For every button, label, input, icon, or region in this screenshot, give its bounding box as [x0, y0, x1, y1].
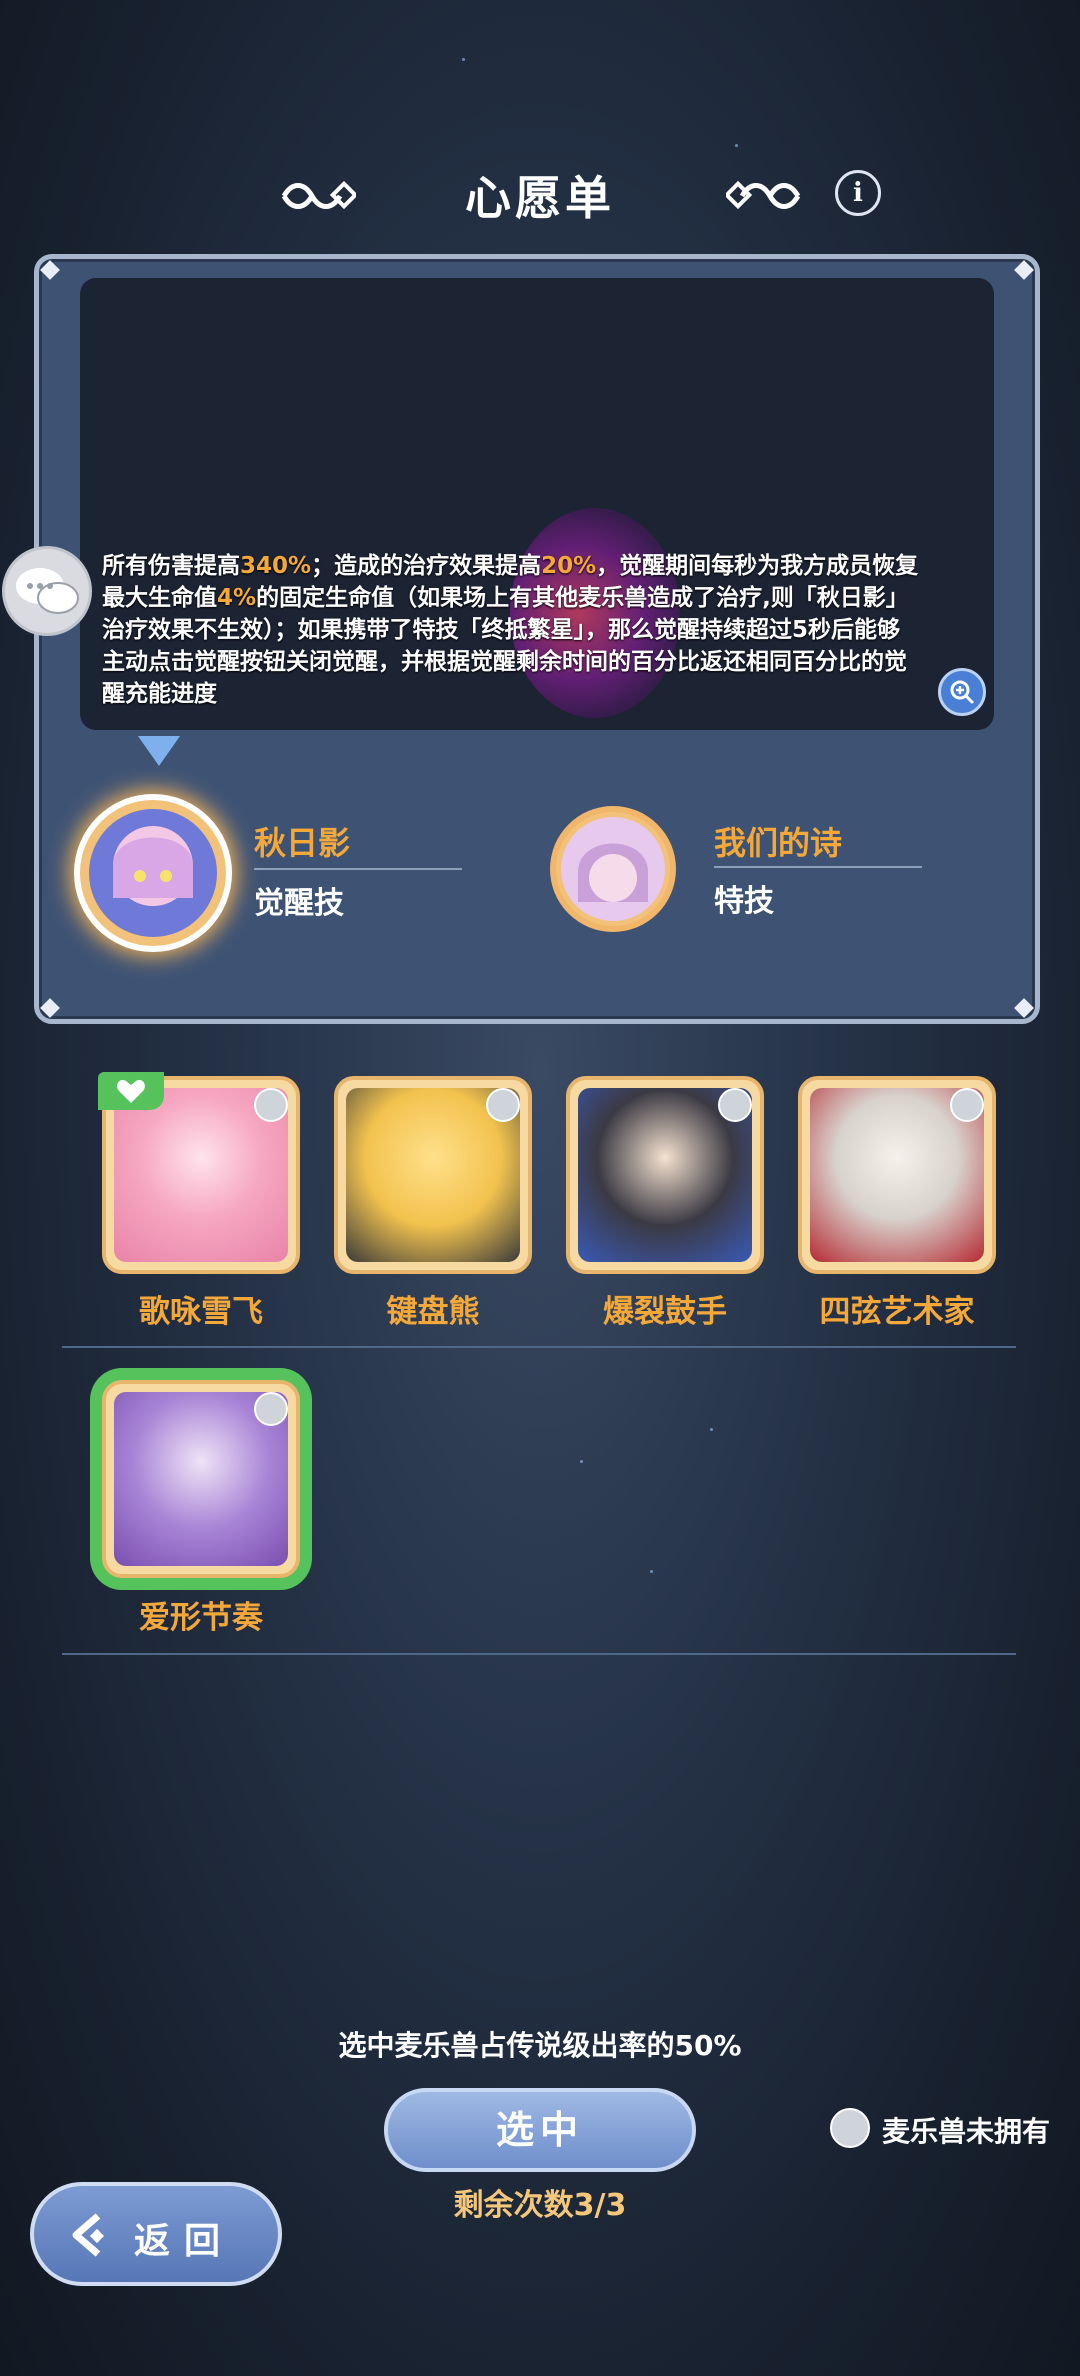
- row-divider: [62, 1653, 1016, 1655]
- knot-ornament-icon: [726, 180, 801, 210]
- corner-ornament: [1014, 260, 1034, 280]
- ownership-icon: [254, 1088, 288, 1122]
- skill-name: 我们的诗: [714, 824, 843, 862]
- skill-type: 特技: [714, 884, 774, 919]
- rate-info: 选中麦乐兽占传说级出率的50%: [338, 2029, 742, 2062]
- corner-ornament: [1014, 998, 1034, 1018]
- character-portrait: [334, 1076, 532, 1274]
- skill-awakening[interactable]: 秋日影 觉醒技: [74, 788, 474, 968]
- favorite-tag: [98, 1072, 164, 1110]
- character-name: 爱形节奏: [139, 1600, 263, 1636]
- character-portrait: [566, 1076, 764, 1274]
- back-arrow-icon: [72, 2213, 105, 2257]
- ownership-icon: [950, 1088, 984, 1122]
- back-label: 返回: [134, 2221, 235, 2262]
- skill-avatar: [80, 800, 226, 946]
- skill-divider: [714, 866, 922, 868]
- info-button[interactable]: i: [835, 170, 881, 216]
- skill-avatar: [556, 812, 670, 926]
- page-title: 心愿单: [465, 171, 615, 225]
- character-name: 爆裂鼓手: [603, 1294, 727, 1330]
- character-name: 四弦艺术家: [819, 1294, 975, 1330]
- corner-ornament: [40, 260, 60, 280]
- heart-icon: [117, 1079, 145, 1103]
- select-button[interactable]: 选中: [384, 2088, 696, 2172]
- description-highlight: 340%: [240, 553, 312, 579]
- skill-description: 所有伤害提高340%；造成的治疗效果提高20%，觉醒期间每秒为我方成员恢复最大生…: [102, 550, 922, 710]
- character-portrait: [102, 1380, 300, 1578]
- zoom-button[interactable]: [938, 668, 986, 716]
- ownership-icon: [486, 1088, 520, 1122]
- ownership-icon: [718, 1088, 752, 1122]
- ownership-icon: [254, 1392, 288, 1426]
- not-owned-label: 麦乐兽未拥有: [882, 2115, 1051, 2148]
- row-divider: [62, 1346, 1016, 1348]
- skill-name: 秋日影: [254, 824, 351, 862]
- description-text: ；造成的治疗效果提高: [311, 553, 542, 579]
- chat-bubbles-icon: [16, 568, 79, 614]
- corner-ornament: [40, 998, 60, 1018]
- ownership-icon: [830, 2108, 870, 2148]
- skill-special[interactable]: 我们的诗 特技: [552, 800, 952, 950]
- back-button[interactable]: 返回: [30, 2182, 282, 2286]
- character-name: 键盘熊: [386, 1294, 480, 1330]
- description-text: 所有伤害提高: [102, 553, 240, 579]
- character-portrait: [798, 1076, 996, 1274]
- info-icon: i: [853, 178, 863, 208]
- zoom-in-icon: [950, 680, 975, 705]
- character-name: 歌咏雪飞: [139, 1294, 263, 1330]
- header: 心愿单 i: [0, 150, 1080, 240]
- description-highlight: 20%: [541, 553, 597, 579]
- chat-button[interactable]: [2, 546, 92, 636]
- description-highlight: 4%: [217, 585, 257, 611]
- selection-pointer: [138, 736, 180, 766]
- skill-type: 觉醒技: [254, 886, 344, 921]
- skill-divider: [254, 868, 462, 870]
